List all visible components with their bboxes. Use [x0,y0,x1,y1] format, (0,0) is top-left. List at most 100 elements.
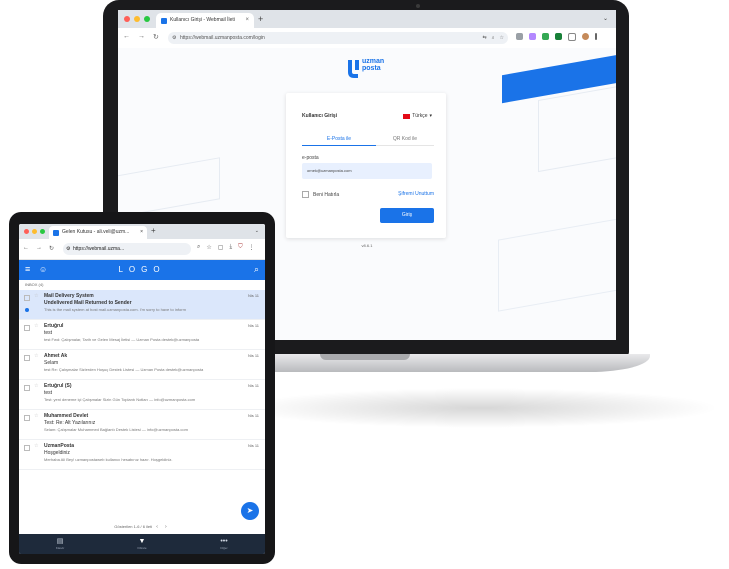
extension-icon[interactable] [542,33,549,40]
new-tab-icon[interactable]: + [151,225,156,237]
close-window-button[interactable] [24,229,29,234]
tab-qr-login[interactable]: QR Kod ile [376,136,434,146]
email-snippet: Merhaba Ali Bey! uzmanpostaweb kullanıcı… [44,457,173,462]
prev-page-icon[interactable]: ‹ [156,524,158,530]
select-checkbox[interactable] [24,355,30,361]
maximize-window-button[interactable] [40,229,45,234]
tab-title: Gelen Kutusu - ali.veli@uzm... [62,229,130,235]
shield-icon[interactable]: ⛉ [238,244,243,251]
email-row[interactable]: ☆ Ertuğrul test test Fwd: Çalışmalar, Ta… [19,320,265,350]
star-icon[interactable]: ☆ [34,323,38,329]
email-snippet: Selam: Çalışmalar Muhammed Bağlantı Dest… [44,427,188,432]
email-field[interactable]: ornek@uzmanposta.com [302,163,432,179]
tab-list-chevron-icon[interactable]: ⌄ [603,15,608,22]
compose-button[interactable]: ➤ [241,502,259,520]
nav-label: Klasör [55,546,65,550]
login-button[interactable]: Giriş [380,208,434,223]
browser-tab[interactable]: Gelen Kutusu - ali.veli@uzm... × [49,226,147,239]
profile-avatar[interactable] [582,33,589,40]
nav-more[interactable]: ••• Diğer [183,534,265,554]
nav-filter[interactable]: ▼ Filtrele [101,534,183,554]
select-checkbox[interactable] [24,325,30,331]
email-row[interactable]: ☆ Muhammed Devlet Test: Re: Alt Yazıları… [19,410,265,440]
maximize-window-button[interactable] [144,16,150,22]
browser-tabbar: Kullanıcı Girişi - Webmail İleti × + ⌄ [118,10,616,28]
translate-icon[interactable]: ⇆ [483,32,487,44]
tablet-screen: Gelen Kutusu - ali.veli@uzm... × + ⌄ ← →… [19,224,265,554]
remember-me[interactable]: Beni Hatırla [302,191,339,198]
tab-list-chevron-icon[interactable]: ⌄ [255,228,259,234]
nav-folders[interactable]: ▤ Klasör [19,534,101,554]
select-checkbox[interactable] [24,415,30,421]
star-icon[interactable]: ☆ [34,353,38,359]
close-window-button[interactable] [124,16,130,22]
star-icon[interactable]: ☆ [34,383,38,389]
nav-buttons: ← → ↻ [123,33,159,41]
tab-title: Kullanıcı Girişi - Webmail İleti [170,17,235,23]
email-date: Nis 11 [247,293,259,298]
email-date: Nis 11 [247,413,259,418]
camera [416,4,420,8]
bookmark-star-icon[interactable]: ☆ [500,32,504,44]
more-dots-icon: ••• [220,538,228,545]
back-icon[interactable]: ← [123,33,130,41]
forward-icon[interactable]: → [36,245,42,252]
email-label: e-posta [302,155,319,161]
browser-tab[interactable]: Kullanıcı Girişi - Webmail İleti × [156,13,254,28]
select-checkbox[interactable] [24,385,30,391]
extension-icon[interactable] [529,33,536,40]
tab-email-login[interactable]: E-Posta ile [302,136,376,146]
browser-menu-icon[interactable]: ⋮ [249,244,255,251]
forgot-password-link[interactable]: Şifremi Unuttum [398,191,434,197]
side-panel-icon[interactable]: ▢ [218,244,224,251]
language-selector[interactable]: Türkçe ▾ [403,113,432,119]
email-snippet: Test: yeni deneme içi Çalışmalar Sizin G… [44,397,196,402]
close-tab-icon[interactable]: × [140,226,143,239]
turkey-flag-icon [403,113,411,119]
email-row[interactable]: ☆ Ahmet Ak Selam test Re: Çalışmalar Siz… [19,350,265,380]
search-icon[interactable]: ⌕ [254,263,259,275]
new-tab-icon[interactable]: + [258,13,263,25]
side-panel-icon[interactable] [568,33,576,41]
select-checkbox[interactable] [24,295,30,301]
email-row[interactable]: ☆ Ertuğrul (S) test Test: yeni deneme iç… [19,380,265,410]
language-label: Türkçe [412,113,428,119]
reload-icon[interactable]: ↻ [49,245,54,252]
send-plane-icon: ➤ [246,506,254,515]
bookmark-star-icon[interactable]: ☆ [206,244,211,251]
back-icon[interactable]: ← [23,245,29,252]
browser-menu-icon[interactable] [595,33,597,40]
minimize-window-button[interactable] [32,229,37,234]
email-subject: Selam [44,360,59,366]
bottom-nav: ▤ Klasör ▼ Filtrele ••• Diğer [19,534,265,554]
address-bar[interactable]: ⚙ https://webmail.uzmanposta.com/login ⇆… [168,32,508,44]
site-info-icon[interactable]: ⚙ [66,243,70,255]
email-snippet: test Re: Çalışmalar Sizlerden Hoşuç Dest… [44,367,204,372]
extension-icon[interactable] [516,33,523,40]
star-icon[interactable]: ☆ [34,413,38,419]
address-bar[interactable]: ⚙ https://webmail.uzma... [63,243,191,255]
email-row[interactable]: ☆ UzmanPosta Hoşgeldiniz Merhaba Ali Bey… [19,440,265,470]
minimize-window-button[interactable] [134,16,140,22]
extension-icon[interactable] [555,33,562,40]
site-info-icon[interactable]: ⚙ [172,32,176,44]
select-checkbox[interactable] [24,445,30,451]
reload-icon[interactable]: ↻ [153,33,159,41]
next-page-icon[interactable]: › [165,524,167,530]
browser-toolbar: ← → ↻ ⚙ https://webmail.uzmanposta.com/l… [118,28,616,49]
window-controls [24,229,45,234]
address-actions: ⇆ ⌕ ☆ [483,32,505,44]
laptop-notch [320,354,410,360]
email-row[interactable]: ☆ Mail Delivery System Undelivered Mail … [19,290,265,320]
star-icon[interactable]: ☆ [34,293,38,299]
zoom-icon[interactable]: ⌕ [197,244,200,251]
zoom-icon[interactable]: ⌕ [492,32,495,44]
star-icon[interactable]: ☆ [34,443,38,449]
close-tab-icon[interactable]: × [245,13,249,28]
forward-icon[interactable]: → [138,33,145,41]
remember-checkbox[interactable] [302,191,309,198]
download-icon[interactable]: ⤓ [229,244,232,251]
app-logo: LOGO [118,265,166,274]
filter-icon: ▼ [138,538,146,545]
favicon-icon [161,17,167,24]
